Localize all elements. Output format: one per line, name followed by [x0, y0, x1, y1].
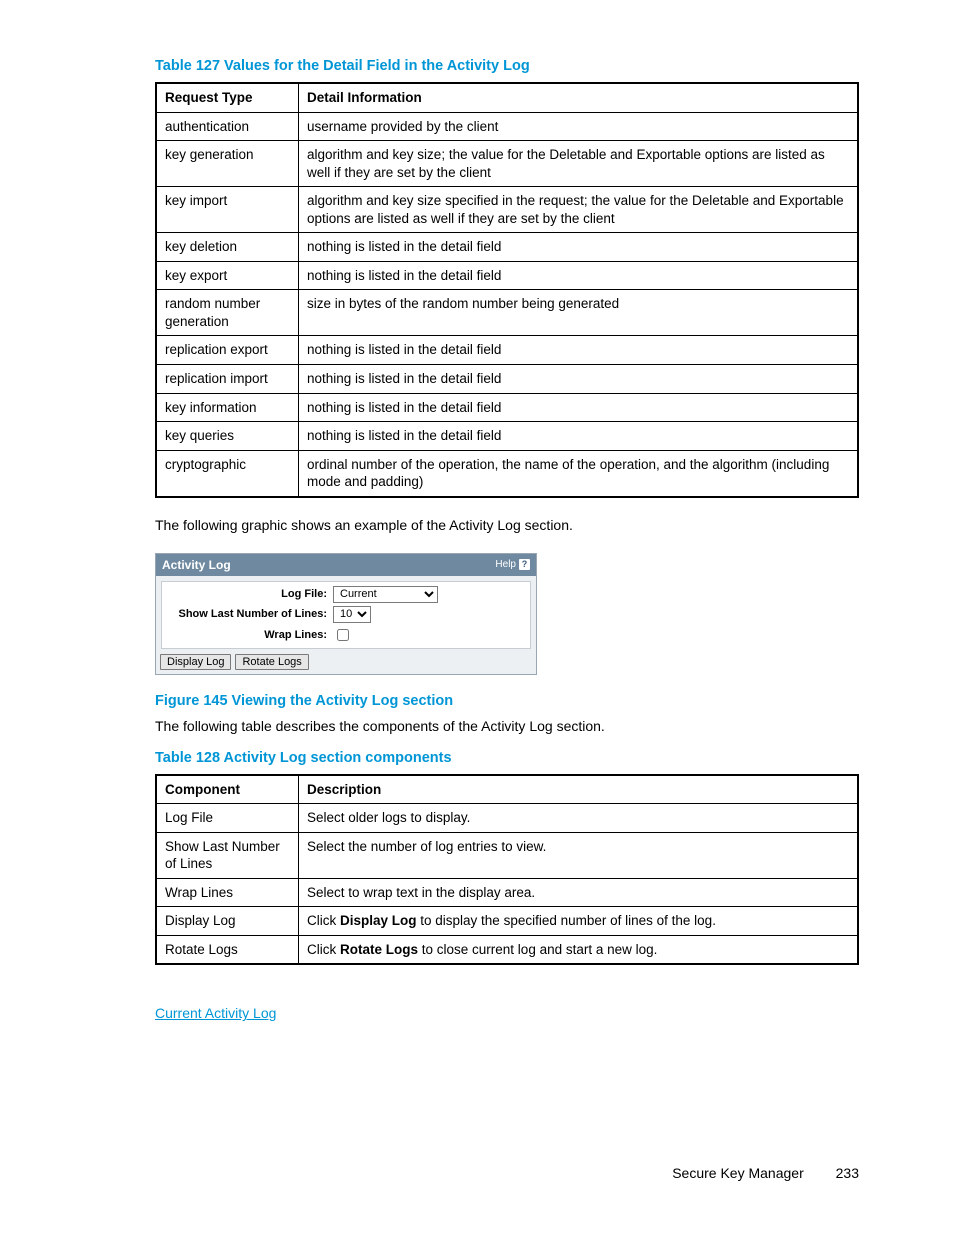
wrap-lines-label: Wrap Lines:	[168, 629, 333, 641]
col-header-component: Component	[156, 775, 299, 804]
table-header-row: Component Description	[156, 775, 858, 804]
cell-detail: nothing is listed in the detail field	[299, 233, 859, 262]
cell-detail: nothing is listed in the detail field	[299, 261, 859, 290]
cell-detail: size in bytes of the random number being…	[299, 290, 859, 336]
table-row: key exportnothing is listed in the detai…	[156, 261, 858, 290]
cell-detail: username provided by the client	[299, 112, 859, 141]
table-row: Wrap Lines Select to wrap text in the di…	[156, 878, 858, 907]
paragraph: The following table describes the compon…	[155, 717, 859, 736]
cell-request-type: cryptographic	[156, 450, 299, 497]
form-grid: Log File: Current Show Last Number of Li…	[161, 581, 531, 649]
table-127-caption: Table 127 Values for the Detail Field in…	[155, 58, 859, 74]
cell-request-type: key import	[156, 187, 299, 233]
cell-description: Click Rotate Logs to close current log a…	[299, 935, 859, 964]
table-row: key informationnothing is listed in the …	[156, 393, 858, 422]
cell-detail: nothing is listed in the detail field	[299, 336, 859, 365]
table-row: Display Log Click Display Log to display…	[156, 907, 858, 936]
cell-detail: algorithm and key size; the value for th…	[299, 141, 859, 187]
table-row: key queriesnothing is listed in the deta…	[156, 422, 858, 451]
table-128: Component Description Log File Select ol…	[155, 774, 859, 966]
wrap-lines-checkbox[interactable]	[337, 629, 349, 641]
table-row: authenticationusername provided by the c…	[156, 112, 858, 141]
col-header-request-type: Request Type	[156, 83, 299, 112]
col-header-detail-info: Detail Information	[299, 83, 859, 112]
lines-select[interactable]: 10	[333, 606, 371, 623]
help-link[interactable]: Help ?	[495, 559, 530, 570]
log-file-label: Log File:	[168, 588, 333, 600]
log-file-field-cell: Current	[333, 586, 524, 603]
table-row: cryptographicordinal number of the opera…	[156, 450, 858, 497]
cell-component: Show Last Number of Lines	[156, 832, 299, 878]
figure-145-caption: Figure 145 Viewing the Activity Log sect…	[155, 693, 859, 709]
cell-detail: nothing is listed in the detail field	[299, 393, 859, 422]
help-icon: ?	[519, 559, 530, 570]
cell-request-type: key deletion	[156, 233, 299, 262]
page: Table 127 Values for the Detail Field in…	[0, 0, 954, 1235]
cell-request-type: key generation	[156, 141, 299, 187]
panel-buttons: Display Log Rotate Logs	[156, 651, 536, 674]
table-row: Rotate Logs Click Rotate Logs to close c…	[156, 935, 858, 964]
show-last-field-cell: 10	[333, 606, 524, 623]
table-header-row: Request Type Detail Information	[156, 83, 858, 112]
panel-header: Activity Log Help ?	[156, 554, 536, 576]
current-activity-log-link[interactable]: Current Activity Log	[155, 1005, 859, 1021]
activity-log-figure: Activity Log Help ? Log File: Current Sh…	[155, 553, 859, 675]
cell-request-type: key information	[156, 393, 299, 422]
table-row: key importalgorithm and key size specifi…	[156, 187, 858, 233]
activity-log-panel: Activity Log Help ? Log File: Current Sh…	[155, 553, 537, 675]
panel-body: Log File: Current Show Last Number of Li…	[156, 576, 536, 651]
table-row: random number generationsize in bytes of…	[156, 290, 858, 336]
cell-request-type: random number generation	[156, 290, 299, 336]
help-label: Help	[495, 559, 516, 570]
cell-request-type: key queries	[156, 422, 299, 451]
cell-detail: nothing is listed in the detail field	[299, 365, 859, 394]
table-row: key generationalgorithm and key size; th…	[156, 141, 858, 187]
display-log-button[interactable]: Display Log	[160, 654, 231, 670]
cell-detail: ordinal number of the operation, the nam…	[299, 450, 859, 497]
table-127: Request Type Detail Information authenti…	[155, 82, 859, 498]
table-row: replication exportnothing is listed in t…	[156, 336, 858, 365]
cell-description: Select older logs to display.	[299, 804, 859, 833]
cell-component: Log File	[156, 804, 299, 833]
log-file-select[interactable]: Current	[333, 586, 438, 603]
page-footer: Secure Key Manager 233	[672, 1165, 859, 1181]
cell-description: Click Display Log to display the specifi…	[299, 907, 859, 936]
cell-description: Select the number of log entries to view…	[299, 832, 859, 878]
footer-title: Secure Key Manager	[672, 1165, 804, 1181]
cell-component: Rotate Logs	[156, 935, 299, 964]
table-row: replication importnothing is listed in t…	[156, 365, 858, 394]
table-row: Log File Select older logs to display.	[156, 804, 858, 833]
table-row: key deletionnothing is listed in the det…	[156, 233, 858, 262]
cell-request-type: replication export	[156, 336, 299, 365]
cell-detail: nothing is listed in the detail field	[299, 422, 859, 451]
cell-request-type: authentication	[156, 112, 299, 141]
table-128-caption: Table 128 Activity Log section component…	[155, 750, 859, 766]
cell-request-type: replication import	[156, 365, 299, 394]
col-header-description: Description	[299, 775, 859, 804]
panel-title: Activity Log	[162, 558, 231, 572]
show-last-label: Show Last Number of Lines:	[168, 608, 333, 620]
cell-detail: algorithm and key size specified in the …	[299, 187, 859, 233]
table-row: Show Last Number of Lines Select the num…	[156, 832, 858, 878]
rotate-logs-button[interactable]: Rotate Logs	[235, 654, 308, 670]
footer-page-number: 233	[836, 1165, 859, 1181]
cell-request-type: key export	[156, 261, 299, 290]
paragraph: The following graphic shows an example o…	[155, 516, 859, 535]
wrap-lines-field-cell	[333, 626, 524, 644]
cell-component: Wrap Lines	[156, 878, 299, 907]
cell-description: Select to wrap text in the display area.	[299, 878, 859, 907]
cell-component: Display Log	[156, 907, 299, 936]
